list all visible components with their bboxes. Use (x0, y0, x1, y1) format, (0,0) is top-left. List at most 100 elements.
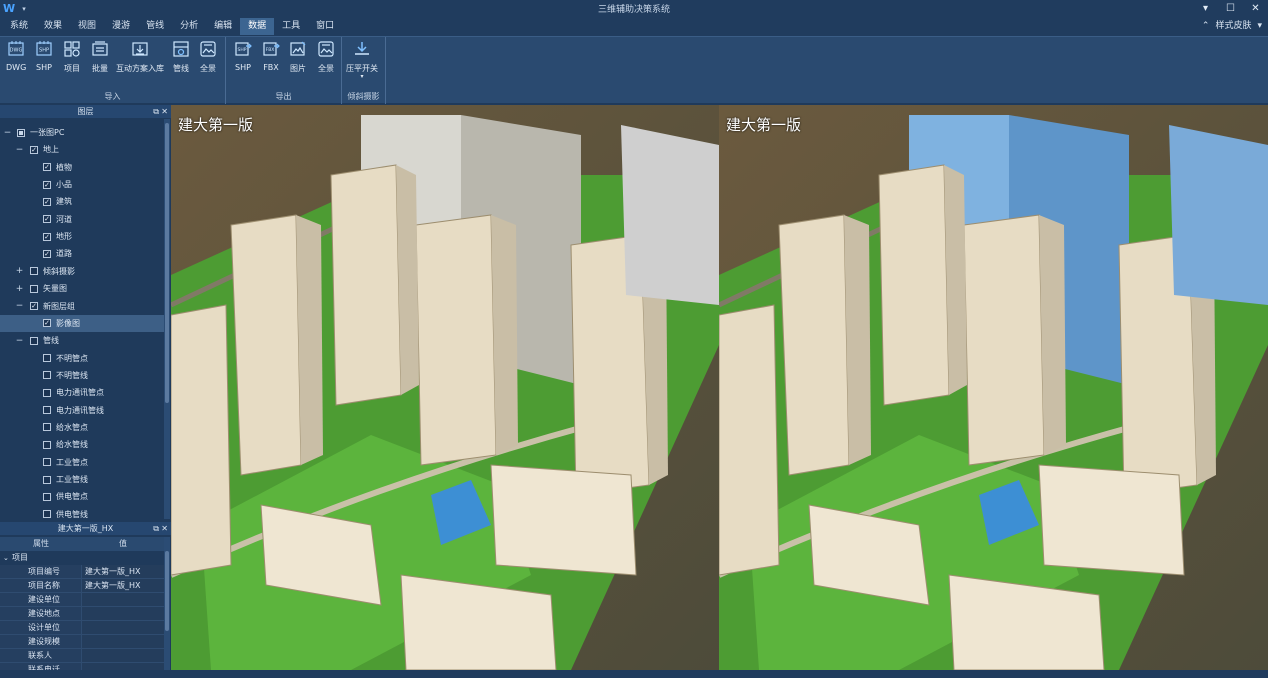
layer-visibility-checkbox[interactable]: ✓ (43, 180, 51, 189)
property-value[interactable] (82, 663, 164, 670)
property-value[interactable] (82, 635, 164, 649)
layer-tree-item[interactable]: 给水管线 (0, 436, 164, 453)
export-fbx-button[interactable]: FBX FBX (262, 40, 280, 72)
layer-tree-item[interactable]: + 矢量图 (0, 280, 164, 297)
skin-style-button[interactable]: ⌃ 样式皮肤 ▾ (1202, 17, 1262, 36)
menu-item-roam[interactable]: 漫游 (104, 18, 138, 35)
layer-visibility-checkbox[interactable] (43, 475, 51, 484)
import-scheme-button[interactable]: 互动方案入库 (116, 40, 164, 74)
layer-tree-item[interactable]: − ✓ 地上 (0, 141, 164, 158)
property-row[interactable]: 设计单位 (0, 621, 164, 635)
collapse-ribbon-icon[interactable]: ⌃ (1202, 17, 1210, 36)
layer-visibility-checkbox[interactable] (43, 388, 51, 397)
property-value[interactable]: 建大第一版_HX (82, 565, 164, 579)
property-row[interactable]: 项目编号 建大第一版_HX (0, 565, 164, 579)
property-row[interactable]: 联系电话 (0, 663, 164, 670)
layer-tree-item[interactable]: 电力通讯管线 (0, 402, 164, 419)
import-dwg-button[interactable]: DWG DWG (6, 40, 26, 72)
property-row[interactable]: 建设规模 (0, 635, 164, 649)
property-value[interactable]: 建大第一版_HX (82, 579, 164, 593)
layer-tree-item[interactable]: ✓ 影像图 (0, 314, 164, 332)
layer-tree-scroll-thumb[interactable] (165, 123, 169, 403)
layer-tree-item[interactable]: 供电管点 (0, 488, 164, 505)
menu-item-view[interactable]: 视图 (70, 18, 104, 35)
layer-tree-item[interactable]: ✓ 河道 (0, 211, 164, 228)
expand-icon[interactable]: + (15, 266, 24, 276)
layer-tree-item[interactable]: 电力通讯管点 (0, 384, 164, 401)
collapse-category-icon[interactable]: ⌄ (3, 551, 9, 565)
menu-item-tools[interactable]: 工具 (274, 18, 308, 35)
property-row[interactable]: 项目名称 建大第一版_HX (0, 579, 164, 593)
pin-icon[interactable]: ⧉ (153, 105, 159, 118)
properties-scroll-thumb[interactable] (165, 551, 169, 631)
layer-tree-item[interactable]: ✓ 植物 (0, 159, 164, 176)
layer-tree-item[interactable]: ✓ 道路 (0, 245, 164, 262)
import-batch-button[interactable]: 批量 (91, 40, 109, 74)
menu-item-data[interactable]: 数据 (240, 18, 275, 35)
layer-visibility-checkbox[interactable] (43, 510, 51, 519)
export-image-button[interactable]: 图片 (289, 40, 307, 74)
layer-visibility-checkbox[interactable]: ✓ (43, 163, 51, 172)
layer-visibility-checkbox[interactable] (43, 354, 51, 363)
menu-item-window[interactable]: 窗口 (308, 18, 342, 35)
flatten-toggle-button[interactable]: 压平开关 ▾ (346, 40, 378, 80)
minimize-button[interactable]: ▾ (1193, 0, 1218, 17)
viewport-left[interactable]: 建大第一版 (171, 105, 719, 670)
layer-visibility-checkbox[interactable] (43, 406, 51, 415)
import-project-button[interactable]: 项目 (63, 40, 81, 74)
layer-visibility-checkbox[interactable]: ✓ (43, 249, 51, 258)
layer-tree-item[interactable]: − 管线 (0, 332, 164, 349)
menu-item-effects[interactable]: 效果 (36, 18, 70, 35)
menu-item-analysis[interactable]: 分析 (172, 18, 206, 35)
layer-visibility-checkbox[interactable]: ✓ (30, 145, 38, 154)
properties-scrollbar[interactable] (164, 537, 170, 670)
layer-tree-item[interactable]: 工业管点 (0, 454, 164, 471)
layer-tree-item[interactable]: 给水管点 (0, 419, 164, 436)
layer-tree-item[interactable]: 供电管线 (0, 506, 164, 519)
menu-item-system[interactable]: 系统 (2, 18, 36, 35)
layer-tree-item[interactable]: 不明管点 (0, 350, 164, 367)
close-button[interactable]: ✕ (1243, 0, 1268, 17)
property-row[interactable]: 建设地点 (0, 607, 164, 621)
maximize-button[interactable]: ☐ (1218, 0, 1243, 17)
layer-visibility-checkbox[interactable]: ✓ (43, 215, 51, 224)
collapse-icon[interactable]: − (15, 145, 24, 155)
property-value[interactable] (82, 607, 164, 621)
layer-tree-item[interactable]: + 倾斜摄影 (0, 263, 164, 280)
menu-item-edit[interactable]: 编辑 (206, 18, 240, 35)
layer-visibility-checkbox[interactable] (30, 284, 38, 293)
expand-icon[interactable]: + (15, 284, 24, 294)
layer-tree-scrollbar[interactable] (164, 119, 170, 519)
collapse-icon[interactable]: − (3, 128, 12, 138)
layer-visibility-checkbox[interactable]: ✓ (30, 302, 38, 310)
flatten-dropdown-icon[interactable]: ▾ (360, 74, 363, 80)
layer-visibility-checkbox[interactable] (43, 492, 51, 501)
property-value[interactable] (82, 649, 164, 663)
property-row[interactable]: 建设单位 (0, 593, 164, 607)
pin-icon[interactable]: ⧉ (153, 522, 159, 535)
layer-visibility-checkbox[interactable] (43, 458, 51, 467)
viewport-right[interactable]: 建大第一版 (719, 105, 1268, 670)
import-pipeline-button[interactable]: 管线 (172, 40, 190, 74)
layer-tree-item[interactable]: − 一张图PC (0, 124, 164, 141)
layer-tree-item[interactable]: ✓ 地形 (0, 228, 164, 245)
layer-tree-item[interactable]: − ✓ 新图层组 (0, 298, 164, 315)
property-row[interactable]: 联系人 (0, 649, 164, 663)
layer-visibility-checkbox[interactable] (17, 128, 25, 137)
property-category[interactable]: ⌄ 项目 (0, 551, 164, 565)
layer-visibility-checkbox[interactable] (30, 336, 38, 345)
collapse-icon[interactable]: − (15, 336, 24, 346)
property-value[interactable] (82, 593, 164, 607)
quick-access-dropdown-icon[interactable]: ▾ (19, 5, 29, 13)
layer-visibility-checkbox[interactable]: ✓ (43, 232, 51, 241)
layer-tree-item[interactable]: 工业管线 (0, 471, 164, 488)
export-panorama-button[interactable]: 全景 (317, 40, 335, 74)
property-value[interactable] (82, 621, 164, 635)
layer-tree-item[interactable]: ✓ 建筑 (0, 193, 164, 210)
panel-close-icon[interactable]: ✕ (161, 105, 168, 118)
import-shp-button[interactable]: SHP SHP (35, 40, 53, 72)
layer-visibility-checkbox[interactable] (30, 267, 38, 276)
layer-visibility-checkbox[interactable]: ✓ (43, 319, 51, 328)
menu-item-pipeline[interactable]: 管线 (138, 18, 172, 35)
layer-tree-item[interactable]: 不明管线 (0, 367, 164, 384)
